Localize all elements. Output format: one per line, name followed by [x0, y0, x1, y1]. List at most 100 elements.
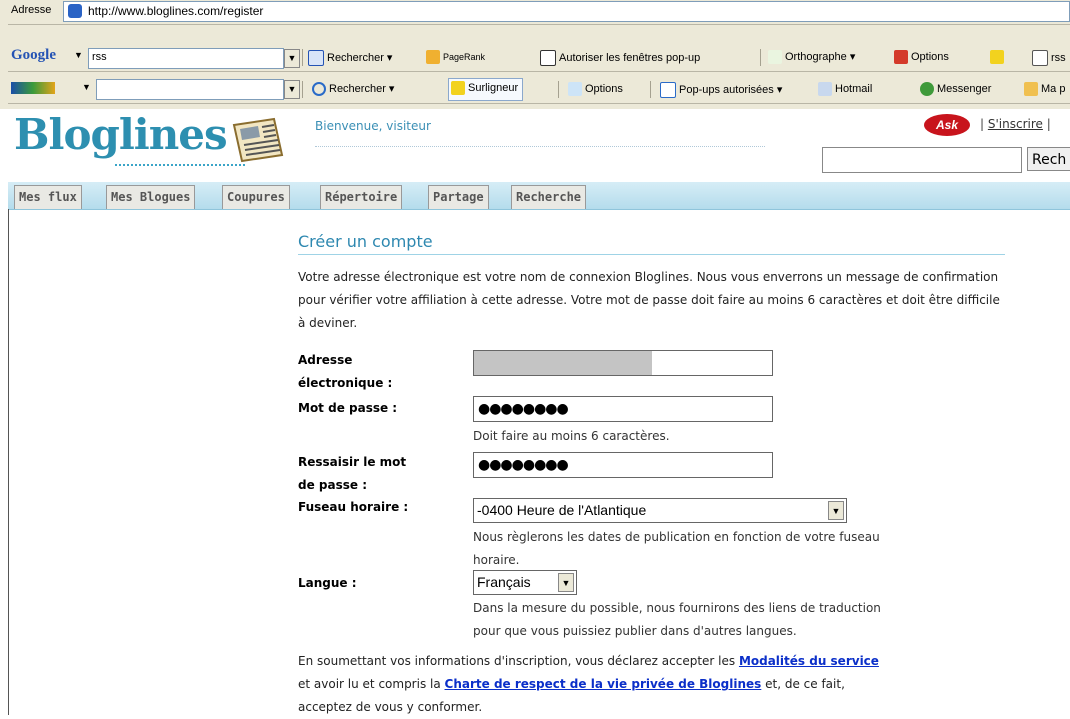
my-page-button[interactable]: Ma p [1024, 82, 1065, 96]
highlighter-label: Surligneur [468, 81, 519, 94]
rss-label: rss [1051, 51, 1066, 64]
ie-page-icon [68, 4, 82, 18]
language-hint-line2: pour que vous puissiez publier dans d'au… [473, 624, 797, 638]
email-label: Adresse électronique : [298, 349, 458, 395]
tab-mes-blogues[interactable]: Mes Blogues [106, 185, 196, 209]
language-value: Français [477, 574, 531, 590]
envelope-icon [818, 82, 832, 96]
google-search-input[interactable]: rss [88, 48, 284, 69]
newspaper-icon [232, 117, 284, 163]
terms-line2: et avoir lu et compris la Charte de resp… [298, 673, 1018, 696]
msn-menu-arrow-icon[interactable]: ▼ [82, 82, 91, 92]
spellcheck-icon [768, 50, 782, 65]
site-search-input[interactable] [822, 147, 1022, 173]
toolbar-separator [760, 49, 761, 66]
page-left-border [8, 209, 9, 715]
header-divider [315, 146, 765, 147]
toolbar-separator [302, 81, 303, 98]
pagerank-icon [426, 50, 440, 64]
tab-partage[interactable]: Partage [428, 185, 489, 209]
password-label: Mot de passe : [298, 401, 398, 415]
msn-options-button[interactable]: Options [568, 82, 623, 96]
register-link-wrap: | S'inscrire | [980, 117, 1051, 131]
highlight-pen-icon[interactable] [990, 50, 1007, 64]
google-history-dropdown[interactable]: ▼ [284, 49, 300, 68]
page-title: Créer un compte [298, 232, 433, 251]
tab-mes-flux[interactable]: Mes flux [14, 185, 82, 209]
spelling-button[interactable]: Orthographe ▾ [768, 50, 855, 65]
tab-recherche[interactable]: Recherche [511, 185, 587, 209]
google-query-text: rss [92, 51, 107, 63]
url-text: http://www.bloglines.com/register [88, 4, 264, 18]
popups-allowed-button[interactable]: Pop-ups autorisées ▾ [660, 82, 782, 98]
google-toolbar: Google ▼ rss ▼ Rechercher ▾ PageRank Aut… [8, 45, 1070, 72]
confirm-label-line2: de passe : [298, 478, 367, 492]
tab-repertoire[interactable]: Répertoire [320, 185, 403, 209]
chevron-down-icon[interactable]: ▼ [828, 501, 844, 520]
terms-text-3: et, de ce fait, [761, 677, 845, 691]
confirm-password-label: Ressaisir le mot de passe : [298, 451, 458, 497]
msn-toolbar: ▼ ▼ Rechercher ▾ Surligneur Options Pop-… [8, 75, 1070, 104]
spelling-label: Orthographe [785, 51, 847, 63]
email-field[interactable] [473, 350, 773, 376]
chevron-down-icon[interactable]: ▼ [558, 573, 574, 592]
register-link[interactable]: S'inscrire [988, 117, 1043, 131]
google-options-button[interactable]: Options [894, 50, 949, 64]
terms-of-service-link[interactable]: Modalités du service [739, 654, 879, 668]
terms-line3: acceptez de vous y conformer. [298, 700, 483, 714]
msn-search-label: Rechercher [329, 83, 386, 95]
popup-window-icon [660, 82, 676, 98]
pagerank-button[interactable]: PageRank [426, 50, 485, 64]
popup-blocker-label: Autoriser les fenêtres pop-up [559, 51, 701, 64]
highlighter-button[interactable]: Surligneur [448, 78, 524, 101]
toolbar-separator [650, 81, 651, 98]
timezone-hint-line1: Nous règlerons les dates de publication … [473, 530, 880, 544]
options-icon [568, 82, 582, 96]
msn-history-dropdown[interactable]: ▼ [284, 80, 300, 99]
msn-search-button[interactable]: Rechercher ▾ [312, 82, 394, 97]
email-label-line2: électronique : [298, 376, 393, 390]
confirm-label-line1: Ressaisir le mot [298, 455, 407, 469]
msn-options-label: Options [585, 82, 623, 95]
toolbar-separator [558, 81, 559, 98]
google-options-label: Options [911, 50, 949, 63]
address-label: Adresse [11, 4, 52, 16]
privacy-policy-link[interactable]: Charte de respect de la vie privée de Bl… [445, 677, 762, 691]
messenger-buddy-icon [920, 82, 934, 96]
confirm-password-field[interactable]: ●●●●●●●● [473, 452, 773, 478]
rss-button[interactable]: rss [1032, 50, 1066, 66]
timezone-value: -0400 Heure de l'Atlantique [477, 502, 647, 518]
pagerank-label: PageRank [443, 51, 486, 62]
google-search-button[interactable]: Rechercher ▾ [308, 50, 392, 66]
intro-text: Votre adresse électronique est votre nom… [298, 270, 1000, 330]
tab-coupures[interactable]: Coupures [222, 185, 290, 209]
password-hint: Doit faire au moins 6 caractères. [473, 429, 670, 443]
popup-blocker-button[interactable]: Autoriser les fenêtres pop-up [540, 50, 700, 66]
terms-text-1: En soumettant vos informations d'inscrip… [298, 654, 739, 668]
google-menu-arrow-icon[interactable]: ▼ [74, 50, 83, 60]
logo-dotted-underline [115, 164, 245, 166]
hotmail-button[interactable]: Hotmail [818, 82, 872, 96]
msn-search-input[interactable] [96, 79, 284, 100]
google-search-label: Rechercher [327, 51, 384, 64]
site-search-button[interactable]: Rech [1027, 147, 1070, 171]
timezone-select[interactable]: -0400 Heure de l'Atlantique ▼ [473, 498, 847, 523]
language-hint-line1: Dans la mesure du possible, nous fournir… [473, 601, 881, 615]
messenger-button[interactable]: Messenger [920, 82, 991, 96]
timezone-label: Fuseau horaire : [298, 500, 409, 514]
toolbar-separator [302, 49, 303, 66]
highlighter-icon [451, 81, 465, 95]
browser-chrome: Adresse http://www.bloglines.com/registe… [0, 0, 1070, 109]
timezone-hint-line2: horaire. [473, 553, 520, 567]
popup-window-icon [540, 50, 556, 66]
bloglines-logo[interactable]: Bloglines [14, 110, 228, 159]
password-field[interactable]: ●●●●●●●● [473, 396, 773, 422]
magnifier-icon [312, 82, 326, 97]
url-field[interactable]: http://www.bloglines.com/register [63, 1, 1070, 22]
language-select[interactable]: Français ▼ [473, 570, 577, 595]
google-logo[interactable]: Google [11, 47, 56, 64]
msn-logo-icon[interactable] [11, 82, 55, 94]
person-icon [1024, 82, 1038, 96]
language-hint: Dans la mesure du possible, nous fournir… [473, 597, 881, 643]
ask-logo[interactable]: Ask [924, 114, 970, 136]
